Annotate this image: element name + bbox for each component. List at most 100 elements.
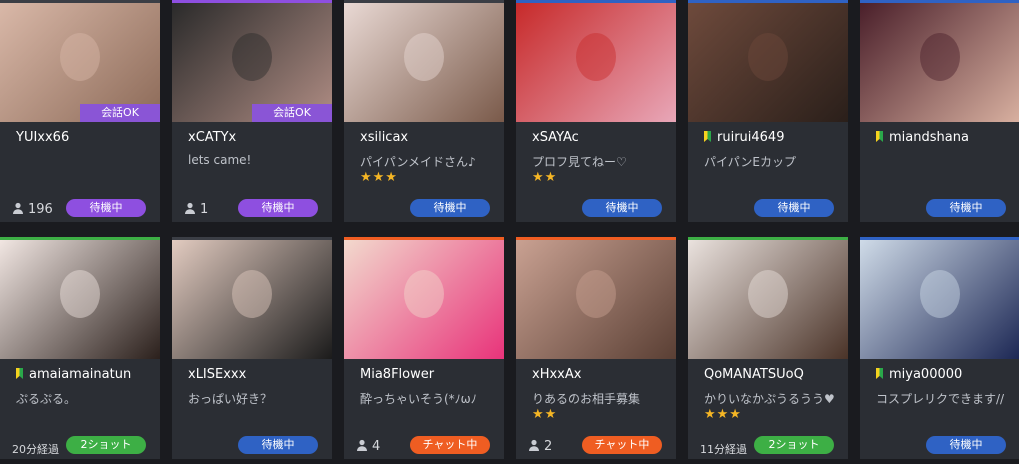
thumbnail-face-shape (748, 33, 788, 81)
thumbnail-face-shape (60, 270, 100, 318)
voice-ok-badge: 会話OK (80, 104, 160, 122)
beginner-mark-icon (16, 368, 23, 379)
viewer-count: 4 (356, 439, 380, 455)
viewer-count: 196 (12, 202, 53, 218)
performer-card[interactable]: 会話OK xCATYx lets came! 1 待機中 (172, 0, 332, 222)
rating-stars: ★★ (532, 170, 558, 185)
performer-thumbnail[interactable] (860, 240, 1019, 359)
performer-comment: パイパンメイドさん♪ (360, 155, 476, 169)
rating-stars: ★★★ (360, 170, 398, 185)
performer-name-text: xSAYAc (532, 130, 579, 145)
performer-comment: かりいなかぷうるうう♥ (704, 392, 835, 406)
viewer-count-value: 196 (28, 202, 53, 217)
performer-name-text: amaiamainatun (29, 367, 132, 382)
thumbnail-face-shape (576, 270, 616, 318)
viewer-count: 2 (528, 439, 552, 455)
status-button[interactable]: 待機中 (238, 436, 318, 454)
performer-name-text: ruirui4649 (717, 130, 785, 145)
user-icon (184, 202, 196, 218)
performer-comment: lets came! (188, 153, 252, 167)
performer-name[interactable]: xHxxAx (532, 367, 581, 382)
performer-card[interactable]: xsilicax パイパンメイドさん♪ ★★★ 待機中 (344, 0, 504, 222)
performer-name-text: Mia8Flower (360, 367, 435, 382)
performer-card[interactable]: ruirui4649 パイパンEカップ待機中 (688, 0, 848, 222)
status-button[interactable]: チャット中 (582, 436, 662, 454)
performer-thumbnail[interactable] (860, 3, 1019, 122)
performer-comment: おっぱい好き？ (188, 392, 273, 406)
status-button[interactable]: 2ショット (66, 436, 146, 454)
performer-comment: パイパンEカップ (704, 155, 796, 169)
user-icon (12, 202, 24, 218)
thumbnail-face-shape (920, 270, 960, 318)
performer-card[interactable]: 会話OK YUIxx66 196 待機中 (0, 0, 160, 222)
performer-thumbnail[interactable] (688, 240, 848, 359)
beginner-mark-icon (704, 131, 711, 142)
performer-comment: 酔っちゃいそう(*ﾉωﾉ (360, 392, 477, 406)
performer-name[interactable]: xsilicax (360, 130, 408, 145)
status-button[interactable]: 待機中 (410, 199, 490, 217)
thumbnail-face-shape (748, 270, 788, 318)
performer-name[interactable]: xSAYAc (532, 130, 579, 145)
performer-name[interactable]: xCATYx (188, 130, 236, 145)
status-button[interactable]: 2ショット (754, 436, 834, 454)
performer-name-text: YUIxx66 (16, 130, 70, 145)
status-button[interactable]: 待機中 (926, 436, 1006, 454)
performer-comment: りあるのお相手募集 (532, 392, 641, 406)
performer-name-text: xLISExxx (188, 367, 247, 382)
performer-name-text: xCATYx (188, 130, 237, 145)
performer-name-text: xsilicax (360, 130, 409, 145)
performer-name[interactable]: QoMANATSUoQ (704, 367, 804, 382)
performer-thumbnail[interactable]: 会話OK (0, 3, 160, 122)
viewer-count-value: 4 (372, 439, 381, 454)
performer-name[interactable]: miandshana (876, 130, 969, 145)
rating-stars: ★★ (532, 407, 558, 422)
performer-thumbnail[interactable] (344, 3, 504, 122)
thumbnail-face-shape (60, 33, 100, 81)
performer-card[interactable]: xLISExxx おっぱい好き？ 待機中 (172, 237, 332, 459)
performer-name-text: QoMANATSUoQ (704, 367, 804, 382)
status-button[interactable]: 待機中 (582, 199, 662, 217)
thumbnail-face-shape (232, 33, 272, 81)
status-button[interactable]: 待機中 (754, 199, 834, 217)
performer-thumbnail[interactable] (344, 240, 504, 359)
elapsed-time: 20分経過 (12, 443, 59, 456)
thumbnail-face-shape (576, 33, 616, 81)
performer-thumbnail[interactable] (516, 240, 676, 359)
user-icon (528, 439, 540, 455)
performer-name-text: xHxxAx (532, 367, 582, 382)
performer-thumbnail[interactable]: 会話OK (172, 3, 332, 122)
performer-name[interactable]: amaiamainatun (16, 367, 131, 382)
thumbnail-face-shape (404, 33, 444, 81)
performer-name[interactable]: Mia8Flower (360, 367, 434, 382)
performer-card[interactable]: miandshana 待機中 (860, 0, 1019, 222)
status-button[interactable]: 待機中 (66, 199, 146, 217)
performer-card[interactable]: xSAYAc プロフ見てねー♡ ★★ 待機中 (516, 0, 676, 222)
thumbnail-face-shape (920, 33, 960, 81)
performer-card[interactable]: QoMANATSUoQ かりいなかぷうるうう♥ ★★★ 11分経過 2ショット (688, 237, 848, 459)
performer-name[interactable]: miya00000 (876, 367, 962, 382)
performer-name[interactable]: YUIxx66 (16, 130, 69, 145)
performer-comment: プロフ見てねー♡ (532, 155, 627, 169)
performer-card[interactable]: Mia8Flower 酔っちゃいそう(*ﾉωﾉ 4 チャット中 (344, 237, 504, 459)
performer-name-text: miya00000 (889, 367, 963, 382)
performer-card[interactable]: xHxxAx りあるのお相手募集 ★★ 2 チャット中 (516, 237, 676, 459)
performer-name-text: miandshana (889, 130, 969, 145)
viewer-count: 1 (184, 202, 208, 218)
performer-thumbnail[interactable] (0, 240, 160, 359)
performer-name[interactable]: ruirui4649 (704, 130, 784, 145)
performer-thumbnail[interactable] (516, 3, 676, 122)
beginner-mark-icon (876, 131, 883, 142)
performer-thumbnail[interactable] (172, 240, 332, 359)
rating-stars: ★★★ (704, 407, 742, 422)
thumbnail-face-shape (232, 270, 272, 318)
elapsed-time: 11分経過 (700, 443, 747, 456)
performer-card[interactable]: miya00000 コスプレリクできます// 待機中 (860, 237, 1019, 459)
user-icon (356, 439, 368, 455)
performer-thumbnail[interactable] (688, 3, 848, 122)
viewer-count-value: 2 (544, 439, 553, 454)
performer-name[interactable]: xLISExxx (188, 367, 246, 382)
status-button[interactable]: チャット中 (410, 436, 490, 454)
status-button[interactable]: 待機中 (926, 199, 1006, 217)
status-button[interactable]: 待機中 (238, 199, 318, 217)
performer-card[interactable]: amaiamainatun ぷるぷる。 20分経過 2ショット (0, 237, 160, 459)
